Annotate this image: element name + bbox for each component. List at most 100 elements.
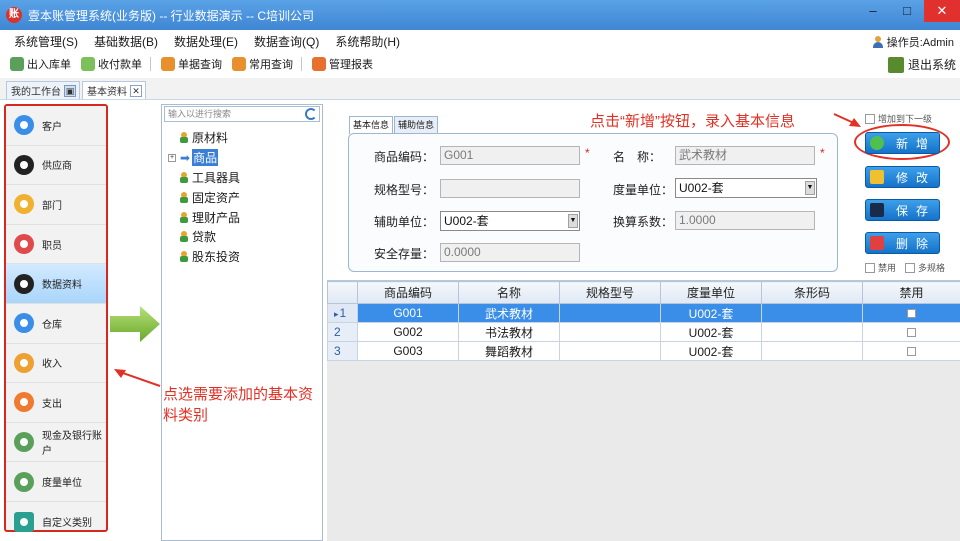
table-row[interactable]: ▸1 G001 武术教材 U002-套 (327, 303, 960, 323)
tree-node-shareholder-investment[interactable]: 股东投资 (162, 247, 322, 267)
tree-node-tools[interactable]: 工具器具 (162, 168, 322, 188)
column-header-unit[interactable]: 度量单位 (660, 281, 762, 304)
cell-spec[interactable] (559, 341, 661, 361)
multi-spec-checkbox[interactable]: 多规格 (905, 261, 945, 274)
tool-common-query[interactable]: 常用查询 (232, 56, 293, 72)
table-row[interactable]: 2 G002 书法教材 U002-套 (327, 322, 960, 342)
unit-label: 度量单位： (613, 183, 674, 197)
cell-unit[interactable]: U002-套 (660, 322, 762, 342)
refresh-icon[interactable] (305, 108, 317, 120)
column-header-barcode[interactable]: 条形码 (761, 281, 863, 304)
edit-button[interactable]: 修改 (865, 166, 940, 188)
cell-disabled[interactable] (862, 341, 960, 361)
disabled-checkbox-cell[interactable] (907, 309, 916, 319)
category-employee[interactable]: 职员 (6, 225, 106, 265)
disabled-checkbox[interactable]: 禁用 (865, 261, 896, 274)
report-icon (312, 57, 326, 71)
menu-help[interactable]: 系统帮助(H) (335, 33, 400, 50)
cell-disabled[interactable] (862, 303, 960, 323)
operator-info: 操作员:Admin (872, 34, 954, 50)
warehouse-icon (10, 57, 24, 71)
cell-code[interactable]: G002 (357, 322, 459, 342)
column-header-disabled[interactable]: 禁用 (862, 281, 960, 304)
expand-icon[interactable]: + (168, 153, 176, 162)
category-department[interactable]: 部门 (6, 185, 106, 225)
minimize-button[interactable]: – (856, 0, 890, 22)
tree-node-financial-products[interactable]: 理财产品 (162, 207, 322, 227)
cell-unit[interactable]: U002-套 (660, 303, 762, 323)
cell-spec[interactable] (559, 303, 661, 323)
tool-label: 单据查询 (178, 59, 222, 71)
cell-code[interactable]: G001 (357, 303, 459, 323)
cell-spec[interactable] (559, 322, 661, 342)
tree-node-label: 原材料 (192, 131, 229, 146)
cell-barcode[interactable] (761, 322, 863, 342)
cell-name[interactable]: 书法教材 (458, 322, 560, 342)
column-header-spec[interactable]: 规格型号 (559, 281, 661, 304)
cell-disabled[interactable] (862, 322, 960, 342)
annotation-category-hint: 点选需要添加的基本资料类别 (163, 386, 314, 424)
tab-workbench[interactable]: 我的工作台 ▣ (6, 81, 80, 99)
cell-barcode[interactable] (761, 303, 863, 323)
cell-unit[interactable]: U002-套 (660, 341, 762, 361)
cell-name[interactable]: 舞蹈教材 (458, 341, 560, 361)
category-expense[interactable]: 支出 (6, 383, 106, 423)
tree-node-raw-material[interactable]: 原材料 (162, 128, 322, 148)
tool-stock-bill[interactable]: 出入库单 (10, 56, 71, 72)
safety-stock-field[interactable]: 0.0000 (440, 243, 580, 262)
subtab-extra-info[interactable]: 辅助信息 (394, 116, 439, 134)
tree-node-goods[interactable]: + ➡ 商品 (162, 148, 322, 168)
cell-barcode[interactable] (761, 341, 863, 361)
category-unit[interactable]: 度量单位 (6, 462, 106, 502)
aux-unit-select[interactable]: U002-套 ▼ (440, 211, 580, 231)
delete-button[interactable]: 删除 (865, 232, 940, 254)
tree-search-input[interactable]: 输入以进行搜索 (164, 106, 320, 122)
tab-close-icon[interactable]: ✕ (130, 84, 142, 97)
category-income[interactable]: 收入 (6, 344, 106, 384)
table-row[interactable]: 3 G003 舞蹈教材 U002-套 (327, 341, 960, 361)
cell-code[interactable]: G003 (357, 341, 459, 361)
category-warehouse[interactable]: 仓库 (6, 304, 106, 344)
code-field[interactable]: G001 (440, 146, 580, 165)
custom-category-icon (14, 511, 34, 532)
menu-basic-data[interactable]: 基础数据(B) (94, 33, 158, 50)
save-button[interactable]: 保存 (865, 199, 940, 221)
dropdown-icon[interactable]: ▼ (805, 181, 815, 195)
exit-button[interactable]: 退出系统 (887, 56, 956, 73)
tree-node-loans[interactable]: 贷款 (162, 227, 322, 247)
ratio-field[interactable]: 1.0000 (675, 211, 815, 230)
maximize-button[interactable]: □ (890, 0, 924, 22)
tool-management-report[interactable]: 管理报表 (312, 56, 373, 72)
menu-data-query[interactable]: 数据查询(Q) (254, 33, 319, 50)
tool-document-query[interactable]: 单据查询 (161, 56, 222, 72)
dropdown-icon[interactable]: ▼ (568, 214, 578, 228)
disabled-checkbox-cell[interactable] (907, 328, 916, 338)
subtab-basic-info[interactable]: 基本信息 (349, 116, 394, 134)
checkbox-box[interactable] (905, 262, 915, 273)
category-customer[interactable]: 客户 (6, 106, 106, 146)
tool-label: 管理报表 (329, 59, 373, 71)
category-custom[interactable]: 自定义类别 (6, 502, 106, 541)
category-supplier[interactable]: 供应商 (6, 146, 106, 186)
category-bank-account[interactable]: 现金及银行账户 (6, 423, 106, 463)
category-label: 供应商 (42, 161, 72, 173)
column-header-name[interactable]: 名称 (458, 281, 560, 304)
tool-payment-bill[interactable]: 收付款单 (81, 56, 142, 72)
checkbox-box[interactable] (865, 262, 875, 273)
checkbox-box[interactable] (865, 113, 875, 124)
close-button[interactable]: ✕ (924, 0, 960, 22)
add-button[interactable]: 新增 (865, 132, 940, 154)
cell-name[interactable]: 武术教材 (458, 303, 560, 323)
column-header-code[interactable]: 商品编码 (357, 281, 459, 304)
name-field[interactable]: 武术教材 (675, 146, 815, 165)
tab-basic-info[interactable]: 基本资料 ✕ (82, 81, 146, 99)
unit-select[interactable]: U002-套 ▼ (675, 178, 817, 198)
unit-icon (14, 471, 34, 492)
disabled-checkbox-cell[interactable] (907, 347, 916, 357)
menu-data-processing[interactable]: 数据处理(E) (174, 33, 238, 50)
menu-system[interactable]: 系统管理(S) (14, 33, 78, 50)
table-header: 商品编码 名称 规格型号 度量单位 条形码 禁用 (327, 281, 960, 304)
tree-node-fixed-assets[interactable]: 固定资产 (162, 187, 322, 207)
spec-field[interactable] (440, 179, 580, 198)
category-data[interactable]: 数据资料 (6, 264, 106, 304)
